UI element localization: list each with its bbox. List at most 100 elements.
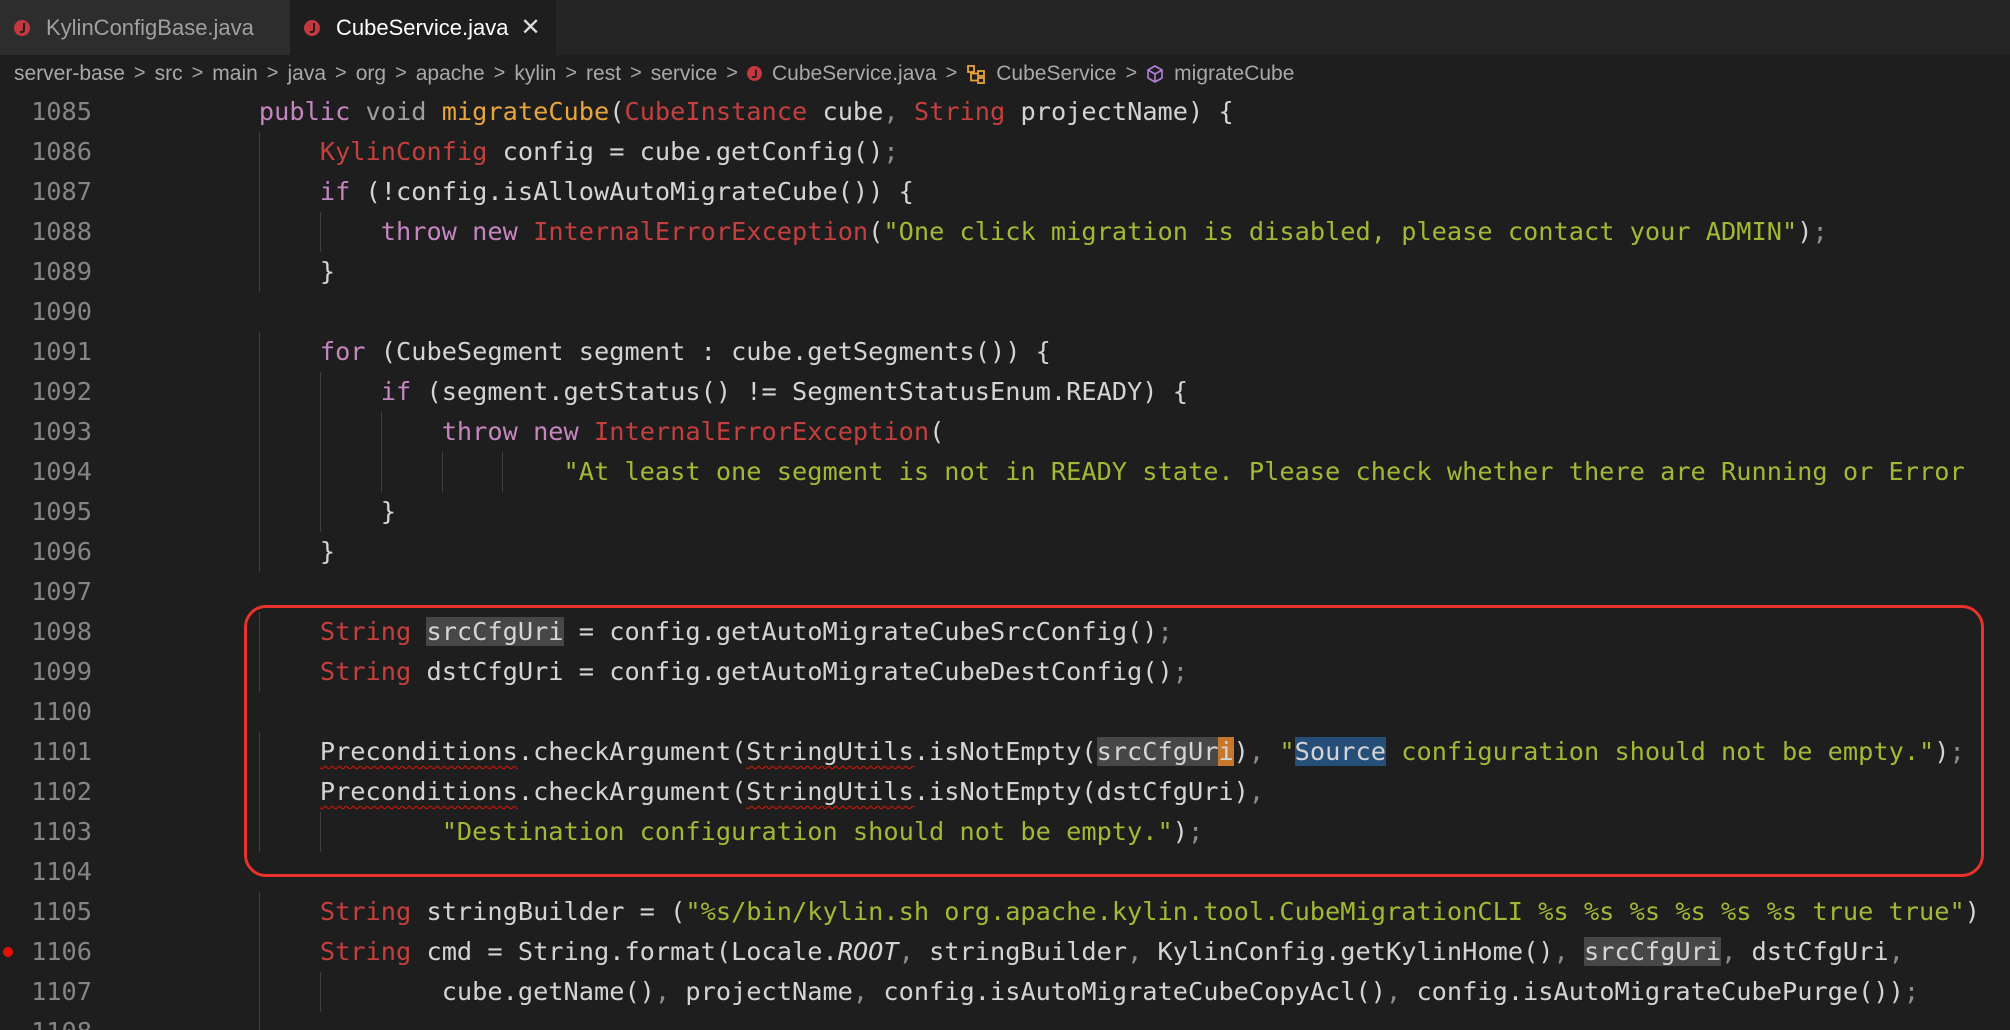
code-line[interactable]: 1093 throw new InternalErrorException( <box>0 412 2010 452</box>
breakpoint-icon[interactable] <box>3 947 13 957</box>
line-number[interactable]: 1101 <box>0 732 92 772</box>
code-line[interactable]: 1107 cube.getName(), projectName, config… <box>0 972 2010 1012</box>
code-token: CubeInstance <box>624 97 808 126</box>
code-line[interactable]: 1091 for (CubeSegment segment : cube.get… <box>0 332 2010 372</box>
line-number[interactable]: 1092 <box>0 372 92 412</box>
code-line[interactable]: 1092 if (segment.getStatus() != SegmentS… <box>0 372 2010 412</box>
line-number[interactable]: 1099 <box>0 652 92 692</box>
code-text: String stringBuilder = ("%s/bin/kylin.sh… <box>198 892 1980 932</box>
line-number[interactable]: 1102 <box>0 772 92 812</box>
breadcrumb-item[interactable]: java <box>287 62 326 86</box>
code-line[interactable]: 1086 KylinConfig config = cube.getConfig… <box>0 132 2010 172</box>
line-number[interactable]: 1105 <box>0 892 92 932</box>
line-number[interactable]: 1090 <box>0 292 92 332</box>
editor-tab-bar: KylinConfigBase.java CubeService.java ✕ <box>0 0 2010 55</box>
code-line[interactable]: 1090 <box>0 292 2010 332</box>
tab-kylinconfigbase[interactable]: KylinConfigBase.java <box>0 0 290 55</box>
line-number[interactable]: 1095 <box>0 492 92 532</box>
line-number[interactable]: 1098 <box>0 612 92 652</box>
code-token: if <box>380 377 412 406</box>
code-token: new <box>533 417 579 446</box>
code-token: if <box>319 177 351 206</box>
line-number[interactable]: 1086 <box>0 132 92 172</box>
breadcrumb-item[interactable]: src <box>155 62 183 86</box>
line-number[interactable]: 1094 <box>0 452 92 492</box>
code-text: } <box>198 492 396 532</box>
breadcrumb-file[interactable]: CubeService.java <box>746 62 937 86</box>
code-token: String <box>319 937 412 966</box>
line-number[interactable]: 1103 <box>0 812 92 852</box>
code-line[interactable]: 1085 public void migrateCube(CubeInstanc… <box>0 92 2010 132</box>
code-line[interactable]: 1094 "At least one segment is not in REA… <box>0 452 2010 492</box>
code-token: throw <box>380 217 457 246</box>
code-token: , <box>1385 977 1402 1006</box>
line-number[interactable]: 1104 <box>0 852 92 892</box>
tab-label: KylinConfigBase.java <box>46 14 254 40</box>
line-number[interactable]: 1089 <box>0 252 92 292</box>
line-number[interactable]: 1085 <box>0 92 92 132</box>
code-token: stringBuilder <box>913 937 1128 966</box>
code-editor[interactable]: 1085 public void migrateCube(CubeInstanc… <box>0 92 2010 1030</box>
code-token: new <box>472 217 518 246</box>
code-token: , <box>898 937 914 966</box>
code-token: , <box>852 977 869 1006</box>
breadcrumb-item[interactable]: main <box>212 62 258 86</box>
code-token: dstCfgUri <box>1736 937 1889 966</box>
tab-cubeservice[interactable]: CubeService.java ✕ <box>290 0 556 55</box>
breadcrumb-method[interactable]: migrateCube <box>1146 62 1294 86</box>
code-line[interactable]: 1108 <box>0 1012 2010 1030</box>
code-line[interactable]: 1106 String cmd = String.format(Locale.R… <box>0 932 2010 972</box>
code-token: String <box>319 897 412 926</box>
code-token: ; <box>883 137 899 166</box>
code-text: KylinConfig config = cube.getConfig(); <box>198 132 899 172</box>
class-icon <box>967 64 986 84</box>
code-token: config.isAutoMigrateCubePurge()) <box>1401 977 1904 1006</box>
line-number[interactable]: 1097 <box>0 572 92 612</box>
breadcrumb-item[interactable]: kylin <box>514 62 556 86</box>
breadcrumb-item[interactable]: service <box>651 62 718 86</box>
code-line[interactable]: 1089 } <box>0 252 2010 292</box>
code-line[interactable]: 1095 } <box>0 492 2010 532</box>
method-icon <box>1147 64 1163 83</box>
code-token: public <box>258 97 351 126</box>
tab-label: CubeService.java <box>336 14 509 40</box>
code-token: KylinConfig.getKylinHome() <box>1142 937 1554 966</box>
line-number[interactable]: 1088 <box>0 212 92 252</box>
code-text: for (CubeSegment segment : cube.getSegme… <box>198 332 1051 372</box>
breadcrumb: server-base > src > main > java > org > apach… <box>0 55 2010 92</box>
line-number[interactable]: 1096 <box>0 532 92 572</box>
code-line[interactable]: 1087 if (!config.isAllowAutoMigrateCube(… <box>0 172 2010 212</box>
breadcrumb-class[interactable]: CubeService <box>966 62 1116 86</box>
line-number[interactable]: 1087 <box>0 172 92 212</box>
breadcrumb-item[interactable]: rest <box>586 62 621 86</box>
line-number[interactable]: 1107 <box>0 972 92 1012</box>
breadcrumb-item[interactable]: server-base <box>14 62 125 86</box>
line-number[interactable]: 1106 <box>0 932 92 972</box>
breadcrumb-item[interactable]: org <box>356 62 386 86</box>
line-number[interactable]: 1100 <box>0 692 92 732</box>
line-number[interactable]: 1091 <box>0 332 92 372</box>
code-token: cube <box>807 97 884 126</box>
code-text: throw new InternalErrorException("One cl… <box>198 212 1828 252</box>
code-token: void <box>365 97 427 126</box>
code-line[interactable]: 1096 } <box>0 532 2010 572</box>
line-number[interactable]: 1108 <box>0 1012 92 1030</box>
breadcrumb-item[interactable]: apache <box>416 62 485 86</box>
code-line[interactable]: 1105 String stringBuilder = ("%s/bin/kyl… <box>0 892 2010 932</box>
code-token: ( <box>929 417 945 446</box>
code-line[interactable]: 1088 throw new InternalErrorException("O… <box>0 212 2010 252</box>
close-icon[interactable]: ✕ <box>520 13 540 42</box>
code-token: "At least one segment is not in READY st… <box>563 457 1965 486</box>
line-number[interactable]: 1093 <box>0 412 92 452</box>
